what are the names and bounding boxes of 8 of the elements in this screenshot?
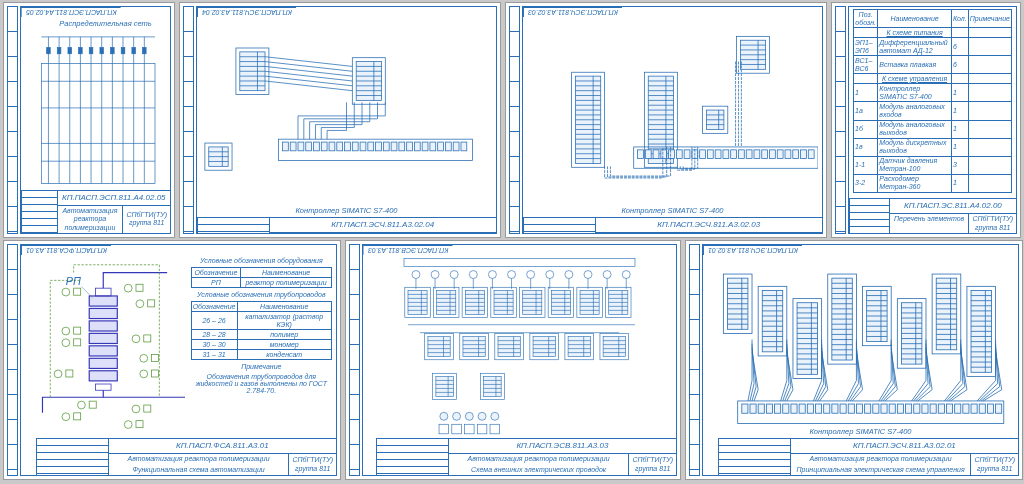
drawing-code: КП.ПАСП.ЭСЧ.811.А3.02.01 bbox=[790, 439, 1018, 455]
drawing-code: КП.ПАСП.ЭСЧ.811.А3.02.04 bbox=[269, 218, 496, 233]
drawing-code: КП.ПАСП.ЭС.811.А4.02.00 bbox=[889, 199, 1016, 215]
drawing-code: КП.ПАСП.ЭСВ.811.А3.03 bbox=[448, 439, 676, 455]
drawing-code: КП.ПАСП.ЭСЧ.811.А3.02.03 bbox=[595, 218, 822, 233]
drawing-code: КП.ПАСП.ФСА.811.А3.01 bbox=[108, 439, 336, 455]
process-diagram-drawing: РП bbox=[25, 257, 185, 437]
drawing-code: КП.ПАСП.ЭСП.811.А4.02.05 bbox=[57, 190, 170, 206]
